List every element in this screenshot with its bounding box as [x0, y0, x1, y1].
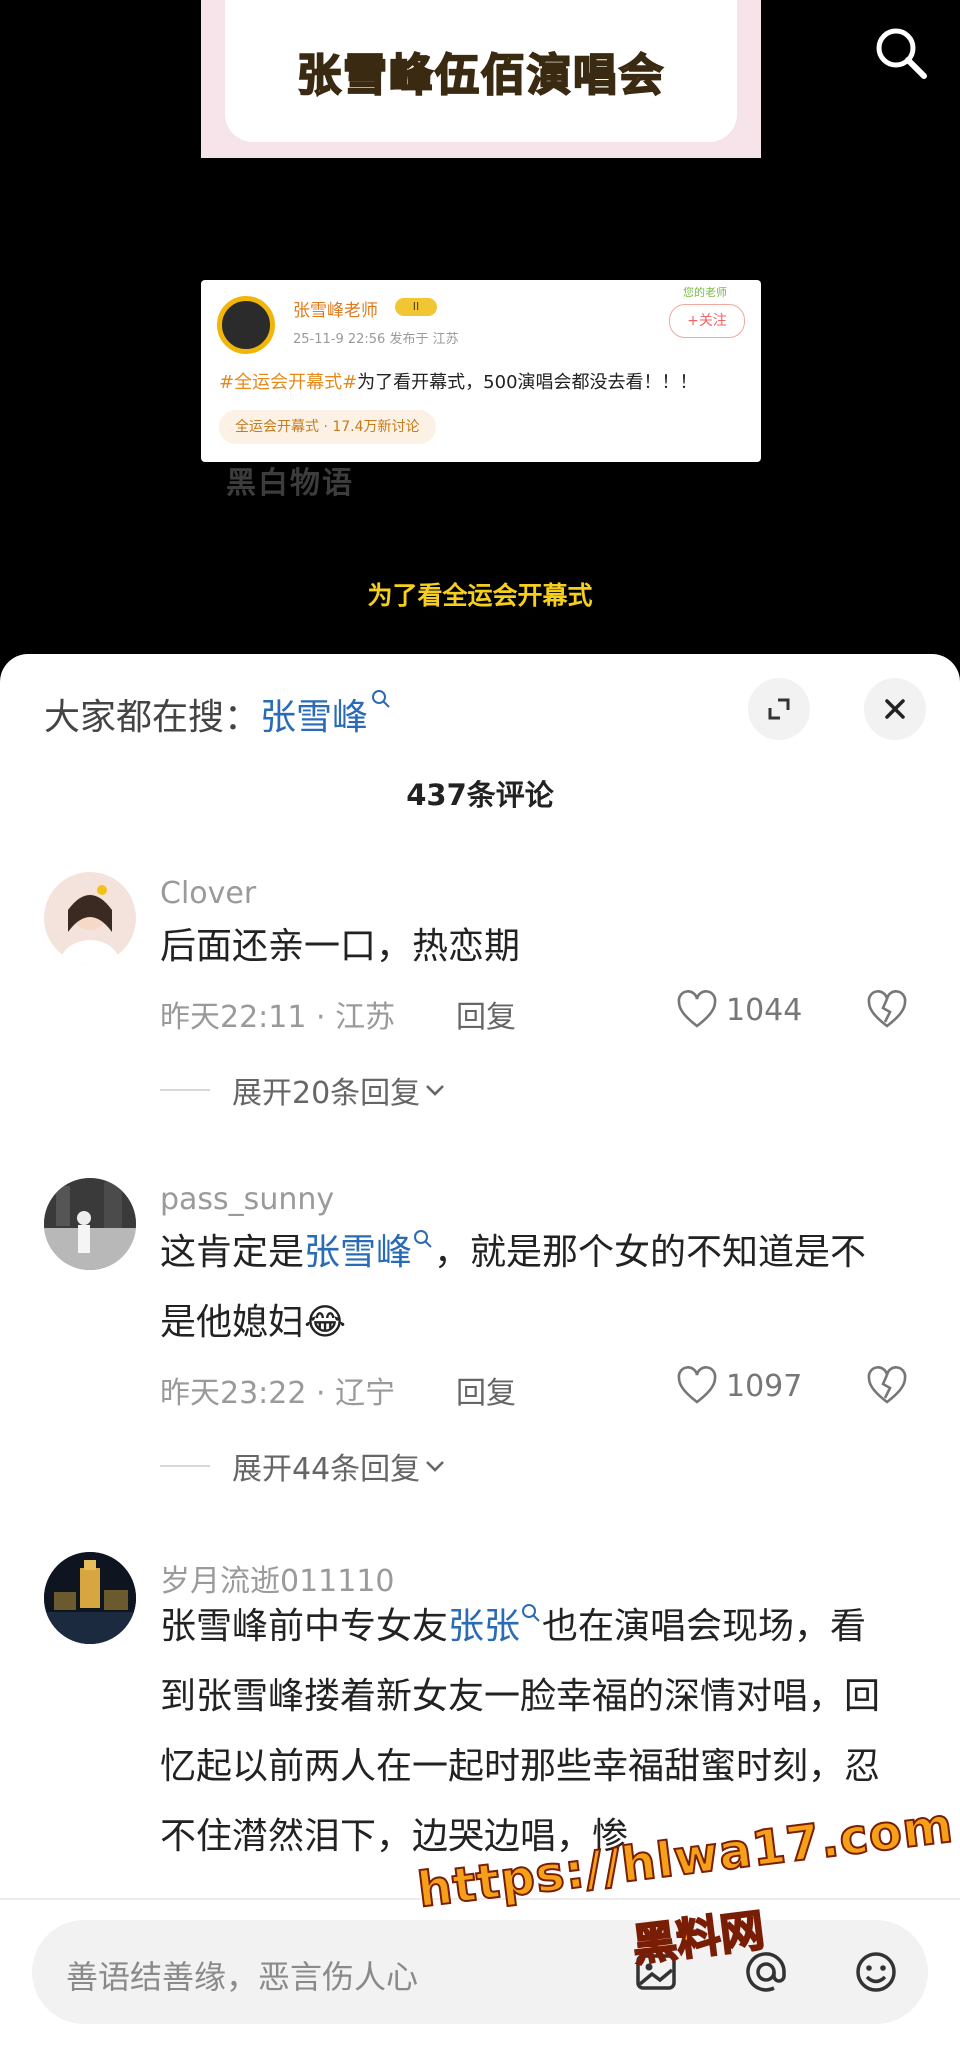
weibo-post-card: 张雪峰老师 II 25-11-9 22:56 发布于 江苏 您的老师 +关注 #…: [201, 280, 761, 462]
comment-count: 437条评论: [406, 778, 554, 812]
close-button[interactable]: [864, 678, 926, 740]
expand-replies-label: 展开44条回复: [232, 1452, 421, 1487]
post-topic: 全运会开幕式 · 17.4万新讨论: [219, 410, 436, 444]
like-count: 1044: [726, 992, 803, 1028]
video-subtitle: 为了看全运会开幕式: [367, 581, 593, 610]
comment-input[interactable]: 善语结善缘，恶言伤人心: [32, 1920, 928, 2024]
comment-text: 后面还亲一口，热恋期: [160, 926, 521, 967]
expand-icon: [768, 698, 790, 720]
post-body: 为了看开幕式，500演唱会都没去看！！！: [357, 372, 698, 393]
dislike-button[interactable]: [866, 1366, 908, 1410]
dislike-button[interactable]: [866, 990, 908, 1034]
like-button[interactable]: 1044: [676, 990, 802, 1030]
post-sticker: 您的老师: [683, 286, 727, 299]
search-small-icon: [372, 690, 390, 708]
hot-search[interactable]: 大家都在搜：张雪峰: [44, 688, 392, 740]
like-count: 1097: [726, 1368, 803, 1404]
keyword-link[interactable]: 张张: [448, 1606, 520, 1647]
heart-icon: [677, 1366, 717, 1404]
expand-replies-label: 展开20条回复: [232, 1076, 421, 1111]
broken-heart-icon: [867, 1366, 907, 1404]
laughing-crying-emoji: 😂: [304, 1302, 347, 1343]
hot-search-label: 大家都在搜：: [44, 697, 261, 738]
close-icon: [885, 699, 905, 719]
video-player[interactable]: 张雪峰伍佰演唱会 张雪峰老师 II 25-11-9 22:56 发布于 江苏 您…: [0, 0, 960, 660]
chevron-down-icon: [426, 1461, 445, 1472]
comment-text-part: 张雪峰前中专女友: [160, 1606, 449, 1647]
reply-button[interactable]: 回复: [456, 992, 516, 1036]
reply-button[interactable]: 回复: [456, 1368, 516, 1412]
search-small-icon: [414, 1230, 432, 1248]
post-hashtag: #全运会开幕式#: [219, 372, 358, 393]
post-text: #全运会开幕式#为了看开幕式，500演唱会都没去看！！！: [219, 368, 698, 394]
comment-text-part: 这肯定是: [160, 1232, 305, 1273]
video-watermark: 黑白物语: [226, 466, 354, 501]
expand-sheet-button[interactable]: [748, 678, 810, 740]
expand-replies[interactable]: 展开20条回复: [160, 1068, 450, 1112]
video-banner: 张雪峰伍佰演唱会: [201, 0, 761, 158]
avatar[interactable]: [44, 1178, 136, 1270]
banner-title: 张雪峰伍佰演唱会: [296, 49, 665, 102]
hot-search-keyword[interactable]: 张雪峰: [260, 697, 368, 738]
avatar[interactable]: [44, 1552, 136, 1644]
vip-badge: II: [395, 298, 437, 316]
heart-icon: [677, 990, 717, 1028]
post-meta: 25-11-9 22:56 发布于 江苏: [293, 332, 459, 347]
comment-text: 这肯定是张雪峰 ，就是那个女的不知道是不是他媳妇😂: [160, 1218, 900, 1358]
emoji-icon[interactable]: [846, 1942, 906, 2002]
comment-meta: 昨天22:11 · 江苏: [160, 1000, 396, 1035]
comment-username[interactable]: Clover: [160, 876, 256, 911]
follow-button: +关注: [669, 304, 745, 338]
chevron-down-icon: [426, 1085, 445, 1096]
post-author-avatar: [217, 296, 275, 354]
expand-replies[interactable]: 展开44条回复: [160, 1444, 450, 1488]
keyword-link[interactable]: 张雪峰: [304, 1232, 412, 1273]
search-icon[interactable]: [870, 22, 932, 84]
broken-heart-icon: [867, 990, 907, 1028]
comment-meta: 昨天23:22 · 辽宁: [160, 1376, 396, 1411]
like-button[interactable]: 1097: [676, 1366, 802, 1406]
comment-input-placeholder: 善语结善缘，恶言伤人心: [66, 1958, 419, 1996]
comment-username[interactable]: pass_sunny: [160, 1182, 334, 1217]
post-author-name: 张雪峰老师: [293, 301, 378, 321]
search-small-icon: [522, 1604, 540, 1622]
avatar[interactable]: [44, 872, 136, 964]
